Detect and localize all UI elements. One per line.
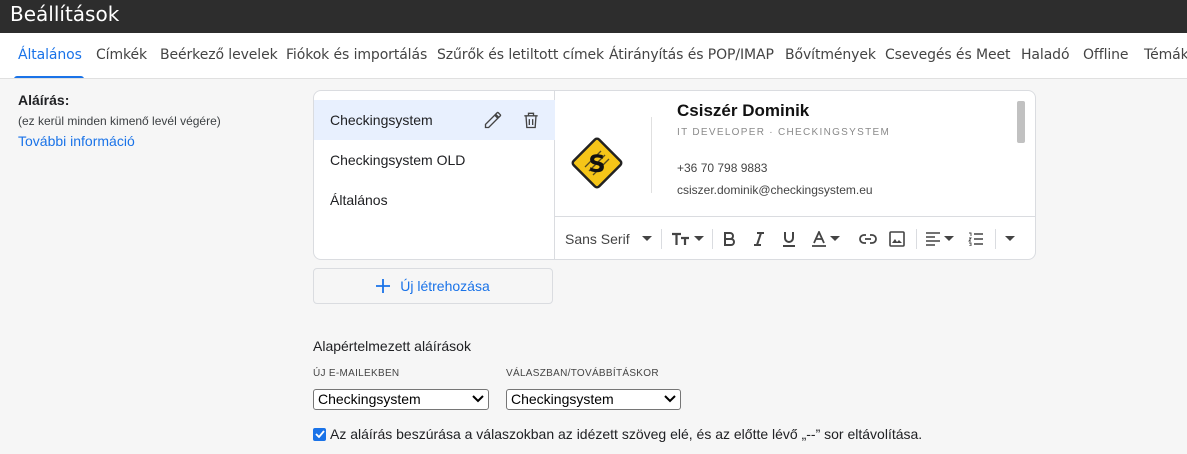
plus-icon xyxy=(376,279,391,293)
chevron-down-icon xyxy=(664,395,676,403)
format-toolbar: Sans Serif xyxy=(555,217,1035,259)
company-logo: S xyxy=(571,137,623,189)
trash-icon[interactable] xyxy=(521,110,541,130)
italic-button[interactable] xyxy=(751,229,767,249)
font-size-button[interactable] xyxy=(671,229,704,249)
signature-phone: +36 70 798 9883 xyxy=(677,161,768,175)
text-size-icon xyxy=(672,232,689,245)
signature-role: IT DEVELOPER · CHECKINGSYSTEM xyxy=(677,127,891,138)
font-family-label: Sans Serif xyxy=(565,231,630,247)
toolbar-separator xyxy=(995,229,996,249)
title-bar: Beállítások xyxy=(0,0,1187,33)
signature-item-label: Checkingsystem xyxy=(330,112,433,128)
reply-signature-value: Checkingsystem xyxy=(511,391,614,407)
toolbar-separator xyxy=(916,229,917,249)
tab-filters[interactable]: Szűrők és letiltott címek xyxy=(437,47,604,63)
signature-description: (ez kerül minden kimenő levél végére) xyxy=(18,114,221,128)
scrollbar-thumb[interactable] xyxy=(1017,101,1025,143)
pencil-icon[interactable] xyxy=(483,110,503,130)
tab-chat-meet[interactable]: Csevegés és Meet xyxy=(885,47,1010,63)
tab-addons[interactable]: Bővítmények xyxy=(785,47,876,63)
tab-general[interactable]: Általános xyxy=(18,47,82,63)
chevron-down-icon xyxy=(830,236,840,241)
bold-button[interactable] xyxy=(721,229,737,249)
insert-before-quote-checkbox[interactable] xyxy=(313,427,326,441)
tab-labels[interactable]: Címkék xyxy=(96,47,147,63)
signature-email: csiszer.dominik@checkingsystem.eu xyxy=(677,183,873,197)
italic-icon xyxy=(754,232,764,246)
new-mail-signature-select[interactable]: Checkingsystem xyxy=(313,389,489,410)
toolbar-separator xyxy=(712,229,713,249)
signature-editor[interactable]: S Csiszér Dominik IT DEVELOPER · CHECKIN… xyxy=(555,91,1035,259)
signature-card: Checkingsystem Checkingsystem OLD Általá… xyxy=(313,90,1036,260)
insert-before-quote-option: Az aláírás beszúrása a válaszokban az id… xyxy=(313,426,922,442)
checkmark-icon xyxy=(314,430,325,438)
chevron-down-icon xyxy=(641,236,652,241)
link-button[interactable] xyxy=(859,229,877,249)
insert-image-button[interactable] xyxy=(889,229,905,249)
default-signatures-heading: Alapértelmezett aláírások xyxy=(313,338,471,354)
toolbar-separator xyxy=(661,229,662,249)
signature-item[interactable]: Általános xyxy=(314,180,555,220)
insert-before-quote-label: Az aláírás beszúrása a válaszokban az id… xyxy=(330,426,923,442)
settings-tabs: Általános Címkék Beérkező levelek Fiókok… xyxy=(0,33,1187,79)
create-signature-label: Új létrehozása xyxy=(400,278,490,294)
bold-icon xyxy=(724,232,735,246)
numbered-list-icon xyxy=(968,232,983,246)
align-button[interactable] xyxy=(925,229,954,249)
chevron-down-icon xyxy=(694,236,704,241)
underline-button[interactable] xyxy=(781,229,797,249)
align-left-icon xyxy=(926,232,940,246)
signature-name: Csiszér Dominik xyxy=(677,101,810,120)
font-family-select[interactable]: Sans Serif xyxy=(565,229,652,249)
new-mail-label: ÚJ E-MAILEKBEN xyxy=(313,368,400,379)
text-color-button[interactable] xyxy=(811,229,840,249)
signature-preview[interactable]: S Csiszér Dominik IT DEVELOPER · CHECKIN… xyxy=(555,91,1035,217)
divider xyxy=(651,117,652,193)
reply-label: VÁLASZBAN/TOVÁBBÍTÁSKOR xyxy=(506,368,659,379)
reply-signature-select[interactable]: Checkingsystem xyxy=(506,389,681,410)
signature-list: Checkingsystem Checkingsystem OLD Általá… xyxy=(314,91,555,259)
chevron-down-icon xyxy=(472,395,484,403)
tab-offline[interactable]: Offline xyxy=(1083,47,1129,63)
learn-more-link[interactable]: További információ xyxy=(18,133,221,149)
tab-forwarding[interactable]: Átirányítás és POP/IMAP xyxy=(609,47,774,63)
text-color-icon xyxy=(812,231,826,247)
signature-heading: Aláírás: xyxy=(18,92,70,108)
chevron-down-icon xyxy=(944,236,954,241)
underline-icon xyxy=(783,232,795,247)
create-signature-button[interactable]: Új létrehozása xyxy=(313,268,553,304)
chevron-down-icon xyxy=(1005,236,1015,241)
image-icon xyxy=(889,231,905,247)
signature-item[interactable]: Checkingsystem OLD xyxy=(314,140,555,180)
tab-themes[interactable]: Témák xyxy=(1144,47,1187,63)
link-icon xyxy=(859,234,877,244)
more-formatting-button[interactable] xyxy=(1005,229,1015,249)
tab-accounts[interactable]: Fiókok és importálás xyxy=(286,47,427,63)
signature-item-label: Általános xyxy=(330,192,388,208)
tab-advanced[interactable]: Haladó xyxy=(1021,47,1070,63)
page-title: Beállítások xyxy=(10,2,120,26)
new-mail-signature-value: Checkingsystem xyxy=(318,391,421,407)
signature-item[interactable]: Checkingsystem xyxy=(314,100,555,140)
numbered-list-button[interactable] xyxy=(968,229,984,249)
active-tab-indicator xyxy=(14,76,84,78)
signature-item-label: Checkingsystem OLD xyxy=(330,152,466,168)
signature-label-block: Aláírás: (ez kerül minden kimenő levél v… xyxy=(18,92,221,149)
tab-inbox[interactable]: Beérkező levelek xyxy=(160,47,278,63)
logo-letter: S xyxy=(588,150,605,178)
